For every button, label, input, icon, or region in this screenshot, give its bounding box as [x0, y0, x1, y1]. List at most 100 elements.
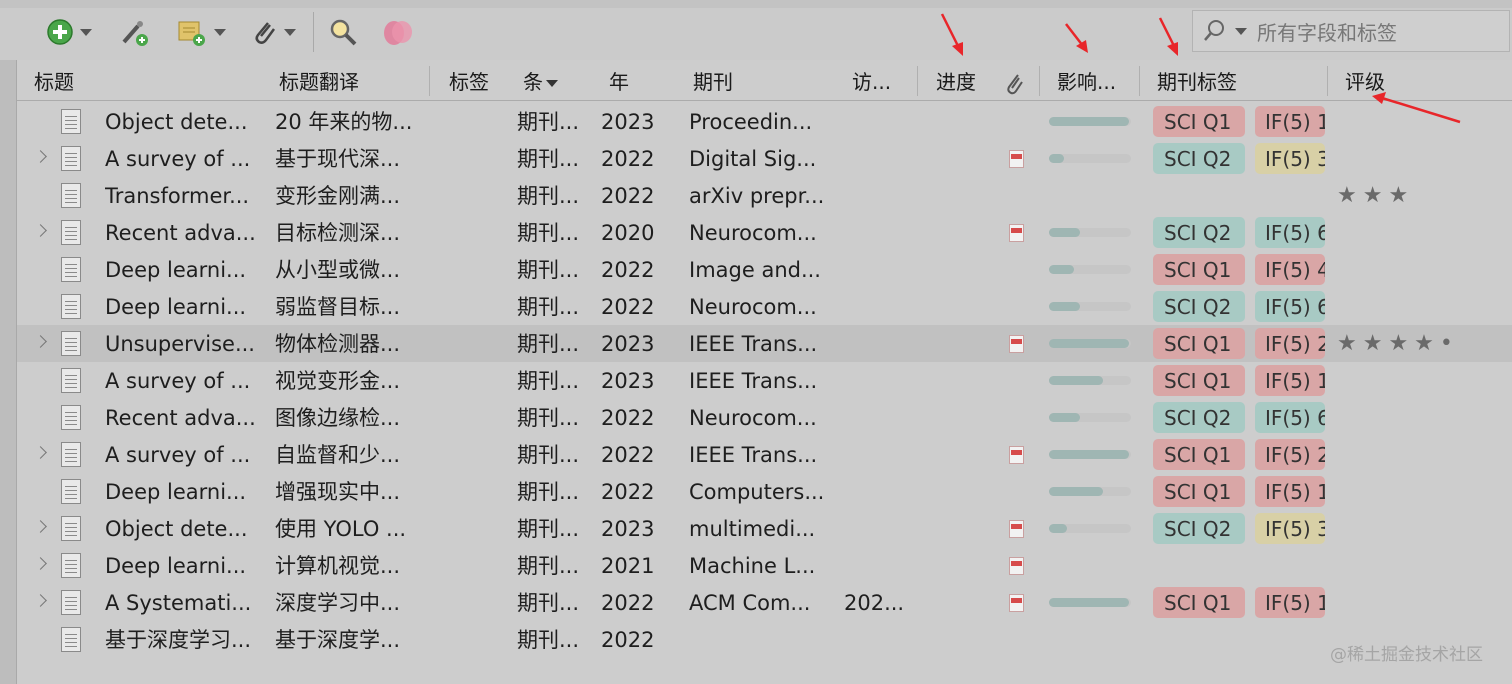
table-row[interactable]: Deep learni... 增强现实中... 期刊... 2022 Computers…: [17, 473, 1512, 510]
expand-chevron-icon[interactable]: [34, 446, 47, 459]
impact-factor-tag: IF(5) 2: [1255, 328, 1325, 359]
search-placeholder: 所有字段和标签: [1257, 20, 1397, 45]
column-header-item-type[interactable]: 条: [523, 62, 558, 100]
access-cell: [844, 547, 914, 584]
table-row[interactable]: Recent adva... 目标检测深... 期刊... 2020 Neurocom.…: [17, 214, 1512, 251]
journal-article-icon: [61, 590, 81, 615]
column-divider[interactable]: [1039, 66, 1040, 96]
column-divider[interactable]: [429, 66, 430, 96]
expand-chevron-icon[interactable]: [34, 520, 47, 533]
title-translation-cell: 自监督和少...: [275, 443, 401, 467]
year-cell: 2022: [601, 480, 655, 504]
title-cell: Recent adva...: [105, 221, 256, 245]
expand-chevron-icon[interactable]: [34, 224, 47, 237]
table-row[interactable]: Recent adva... 图像边缘检... 期刊... 2022 Neurocom.…: [17, 399, 1512, 436]
journal-cell: arXiv prepr...: [689, 184, 825, 208]
journal-article-icon: [61, 109, 81, 134]
year-cell: 2022: [601, 184, 655, 208]
pdf-icon[interactable]: [1009, 150, 1024, 168]
impact-bar: [1049, 339, 1131, 348]
column-header-title-translation[interactable]: 标题翻译: [279, 62, 359, 100]
advanced-search-button[interactable]: [328, 16, 358, 48]
title-translation-cell: 视觉变形金...: [275, 369, 401, 393]
search-input[interactable]: 所有字段和标签: [1192, 10, 1510, 52]
access-cell: [844, 399, 914, 436]
table-row[interactable]: Unsupervise... 物体检测器... 期刊... 2023 IEEE Tran…: [17, 325, 1512, 362]
plugin-button[interactable]: [380, 16, 416, 48]
column-header-progress[interactable]: 进度: [936, 62, 976, 100]
expand-chevron-icon[interactable]: [34, 594, 47, 607]
new-note-button[interactable]: [176, 16, 226, 48]
pdf-icon[interactable]: [1009, 557, 1024, 575]
expand-chevron-icon[interactable]: [34, 557, 47, 570]
toolbar-separator: [313, 12, 314, 52]
impact-factor-tag: IF(5) 2: [1255, 439, 1325, 470]
table-row[interactable]: Object dete... 使用 YOLO ... 期刊... 2023 multim…: [17, 510, 1512, 547]
annotation-arrow: [1158, 17, 1178, 56]
impact-factor-tag: IF(5) 6: [1255, 217, 1325, 248]
impact-factor-tag: IF(5) 6: [1255, 402, 1325, 433]
journal-cell: IEEE Trans...: [689, 332, 818, 356]
pdf-icon[interactable]: [1009, 594, 1024, 612]
chevron-down-icon: [80, 28, 92, 36]
column-header-journal-tags[interactable]: 期刊标签: [1157, 62, 1237, 100]
expand-chevron-icon[interactable]: [34, 150, 47, 163]
expand-chevron-icon[interactable]: [34, 335, 47, 348]
pdf-icon[interactable]: [1009, 446, 1024, 464]
table-row[interactable]: Deep learni... 从小型或微... 期刊... 2022 Image and…: [17, 251, 1512, 288]
pink-blob-icon: [384, 21, 412, 45]
title-translation-cell: 基于现代深...: [275, 147, 401, 171]
add-by-identifier-button[interactable]: [118, 16, 150, 48]
table-row[interactable]: A survey of ... 自监督和少... 期刊... 2022 IEEE Tra…: [17, 436, 1512, 473]
magic-wand-icon: [122, 21, 148, 46]
column-header-title[interactable]: 标题: [34, 62, 74, 100]
table-row[interactable]: A survey of ... 视觉变形金... 期刊... 2023 IEEE Tra…: [17, 362, 1512, 399]
table-row[interactable]: A Systemati... 深度学习中... 期刊... 2022 ACM Com..…: [17, 584, 1512, 621]
access-cell: [844, 473, 914, 510]
chevron-down-icon[interactable]: [1235, 27, 1247, 35]
table-row[interactable]: A survey of ... 基于现代深... 期刊... 2022 Digital …: [17, 140, 1512, 177]
column-divider[interactable]: [1139, 66, 1140, 96]
title-cell: Recent adva...: [105, 406, 256, 430]
table-row[interactable]: Deep learni... 弱监督目标... 期刊... 2022 Neurocom.…: [17, 288, 1512, 325]
column-header-access[interactable]: 访...: [852, 62, 891, 100]
table-row[interactable]: Transformer... 变形金刚满... 期刊... 2022 arXiv pre…: [17, 177, 1512, 214]
impact-factor-tag: IF(5) 1: [1255, 106, 1325, 137]
title-cell: A survey of ...: [105, 369, 251, 393]
pdf-icon[interactable]: [1009, 520, 1024, 538]
new-item-button[interactable]: [46, 16, 92, 48]
column-divider[interactable]: [1327, 66, 1328, 96]
column-header-impact[interactable]: 影响...: [1057, 62, 1116, 100]
add-attachment-button[interactable]: [250, 16, 296, 48]
journal-article-icon: [61, 516, 81, 541]
table-row[interactable]: Object dete... 20 年来的物... 期刊... 2023 Proceed…: [17, 103, 1512, 140]
table-row[interactable]: 基于深度学习... 基于深度学... 期刊... 2022: [17, 621, 1512, 658]
annotation-arrow: [1372, 92, 1461, 124]
journal-article-icon: [61, 294, 81, 319]
note-add-icon: [178, 21, 205, 46]
journal-article-icon: [61, 442, 81, 467]
impact-bar-fill: [1049, 450, 1129, 459]
sci-quartile-tag: SCI Q2: [1153, 402, 1245, 433]
rating-stars[interactable]: ★★★: [1337, 177, 1414, 215]
item-type-cell: 期刊...: [517, 480, 580, 504]
access-cell: [844, 140, 914, 177]
left-pane-edge[interactable]: [0, 60, 17, 684]
pdf-icon[interactable]: [1009, 335, 1024, 353]
sci-quartile-tag: SCI Q1: [1153, 328, 1245, 359]
column-header-journal[interactable]: 期刊: [693, 62, 733, 100]
column-divider[interactable]: [917, 66, 918, 96]
column-header-tags[interactable]: 标签: [449, 62, 489, 100]
impact-factor-tag: IF(5) 1: [1255, 365, 1325, 396]
column-header-attachment[interactable]: [1003, 62, 1025, 100]
sci-quartile-tag: SCI Q1: [1153, 476, 1245, 507]
app-window: 所有字段和标签 标题 标题翻译 标签 条 年 期刊 访... 进度 影响... …: [0, 0, 1512, 684]
access-cell: [844, 214, 914, 251]
pdf-icon[interactable]: [1009, 224, 1024, 242]
access-cell: 202...: [844, 591, 905, 615]
table-row[interactable]: Deep learni... 计算机视觉... 期刊... 2021 Machine L…: [17, 547, 1512, 584]
column-header-year[interactable]: 年: [609, 62, 629, 100]
rating-stars[interactable]: ★★★★•: [1337, 325, 1459, 363]
item-type-cell: 期刊...: [517, 443, 580, 467]
impact-bar-fill: [1049, 339, 1129, 348]
